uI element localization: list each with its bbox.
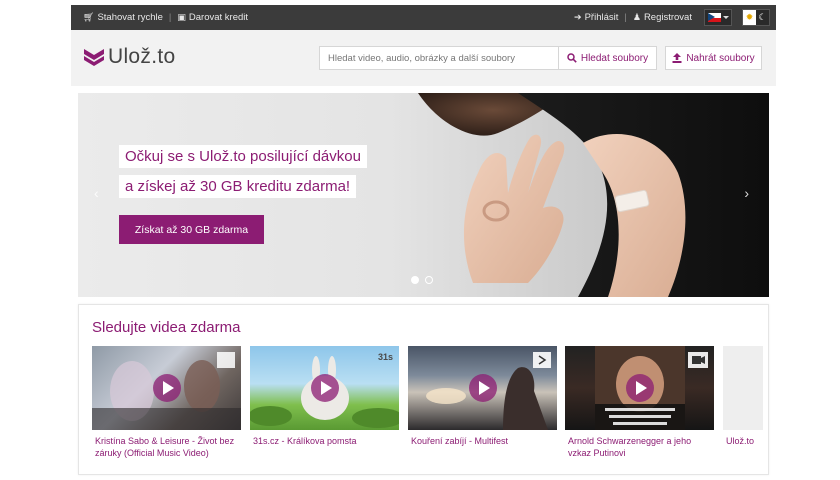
video-thumbnail[interactable]: [723, 346, 763, 430]
play-icon[interactable]: [469, 374, 497, 402]
hero-headline-line1: Očkuj se s Ulož.to posilující dávkou: [119, 145, 367, 168]
download-fast-link[interactable]: 🛒︎ Stahovat rychle: [83, 12, 163, 23]
upload-icon: [672, 53, 682, 63]
site-header: Ulož.to Hledat soubory Nahrát soubory: [71, 30, 776, 86]
login-label: Přihlásit: [584, 12, 619, 23]
carousel-dot[interactable]: [425, 276, 433, 284]
carousel-dot[interactable]: [411, 276, 419, 284]
video-title[interactable]: Kristína Sabo & Leisure - Život bez záru…: [92, 435, 241, 459]
upload-button[interactable]: Nahrát soubory: [665, 46, 762, 70]
search-icon: [567, 53, 577, 63]
hero-banner[interactable]: Očkuj se s Ulož.to posilující dávkou a z…: [78, 93, 769, 297]
logo-chevron-icon: [84, 49, 104, 66]
donate-credit-label: Darovat kredit: [188, 12, 249, 23]
logo[interactable]: Ulož.to: [83, 45, 175, 69]
play-icon[interactable]: [626, 374, 654, 402]
video-thumbnail[interactable]: [408, 346, 557, 430]
video-title[interactable]: Kouření zabíjí - Multifest: [408, 435, 557, 447]
channel-badge: 31s: [377, 352, 393, 362]
top-bar-left: 🛒︎ Stahovat rychle | ▣ Darovat kredit: [83, 12, 248, 23]
download-fast-label: Stahovat rychle: [97, 12, 163, 23]
hero-image: [418, 93, 769, 297]
top-bar-right: ➔ Přihlásit | ♟︎ Registrovat ✹ ☾: [574, 9, 770, 26]
video-thumbnail[interactable]: [565, 346, 714, 430]
search-bar: Hledat soubory: [319, 46, 657, 70]
separator: |: [168, 12, 172, 23]
moon-icon[interactable]: ☾: [756, 10, 769, 25]
hero-cta-button[interactable]: Získat až 30 GB zdarma: [119, 215, 264, 244]
register-label: Registrovat: [643, 12, 692, 23]
search-input[interactable]: [320, 47, 558, 69]
donate-credit-link[interactable]: ▣ Darovat kredit: [177, 12, 248, 23]
video-card[interactable]: Kouření zabíjí - Multifest: [408, 346, 557, 447]
video-card[interactable]: 31s 31s.cz - Králíkova pomsta: [250, 346, 399, 447]
caret-down-icon: [722, 16, 729, 19]
search-button-label: Hledat soubory: [580, 52, 649, 64]
play-icon[interactable]: [153, 374, 181, 402]
videos-heading: Sledujte videa zdarma: [92, 319, 241, 336]
user-icon: ♟︎: [632, 12, 641, 22]
cart-icon: 🛒︎: [83, 12, 95, 22]
logo-text: Ulož.to: [108, 45, 176, 68]
video-title[interactable]: Arnold Schwarzenegger a jeho vzkaz Putin…: [565, 435, 714, 459]
sign-in-icon: ➔: [574, 12, 582, 22]
video-title[interactable]: Ulož.to: [723, 435, 768, 447]
separator: |: [624, 12, 627, 23]
hero-headline-line2: a získej až 30 GB kreditu zdarma!: [119, 175, 357, 198]
search-button[interactable]: Hledat soubory: [558, 47, 656, 69]
register-link[interactable]: ♟︎ Registrovat: [633, 12, 692, 23]
upload-button-label: Nahrát soubory: [686, 52, 755, 64]
language-selector[interactable]: [704, 9, 732, 26]
czech-flag-icon: [707, 13, 721, 22]
video-title[interactable]: 31s.cz - Králíkova pomsta: [250, 435, 399, 447]
video-thumbnail[interactable]: [92, 346, 241, 430]
video-card[interactable]: Kristína Sabo & Leisure - Život bez záru…: [92, 346, 241, 459]
video-card[interactable]: Arnold Schwarzenegger a jeho vzkaz Putin…: [565, 346, 714, 459]
login-link[interactable]: ➔ Přihlásit: [574, 12, 618, 23]
sun-icon[interactable]: ✹: [743, 10, 756, 25]
theme-toggle[interactable]: ✹ ☾: [742, 9, 770, 26]
carousel-dots: [411, 276, 433, 284]
gift-icon: ▣: [177, 12, 186, 22]
video-thumbnail[interactable]: 31s: [250, 346, 399, 430]
carousel-prev-icon[interactable]: ‹: [94, 185, 99, 201]
play-icon[interactable]: [311, 374, 339, 402]
top-bar: 🛒︎ Stahovat rychle | ▣ Darovat kredit ➔ …: [71, 5, 776, 30]
carousel-next-icon[interactable]: ›: [744, 185, 749, 201]
videos-section: Sledujte videa zdarma Kristína Sabo & Le…: [78, 304, 769, 475]
video-card[interactable]: Ulož.to: [723, 346, 768, 447]
